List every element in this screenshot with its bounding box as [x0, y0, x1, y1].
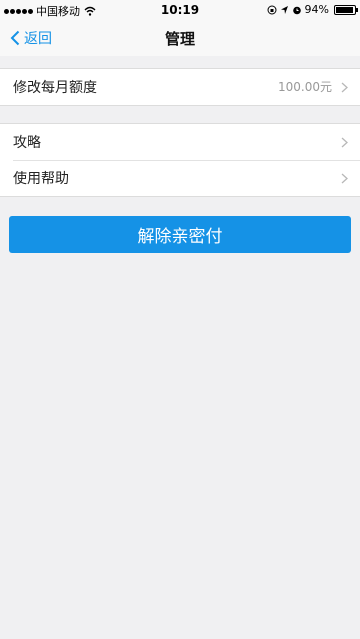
battery-icon [334, 4, 358, 15]
status-right: 94% [267, 3, 358, 16]
chevron-right-icon [341, 137, 348, 148]
menu-item-label: 使用帮助 [13, 171, 69, 187]
menu-item-label: 攻略 [13, 135, 41, 151]
menu-item-label: 修改每月额度 [13, 80, 97, 96]
menu-item-modify-monthly-quota[interactable]: 修改每月额度 100.00元 [0, 69, 360, 105]
nav-bar: 返回 管理 [0, 20, 360, 56]
chevron-right-icon [341, 173, 348, 184]
menu-item-strategy[interactable]: 攻略 [0, 124, 360, 160]
chevron-right-icon [341, 82, 348, 93]
quota-value: 100.00元 [278, 80, 332, 94]
info-group: 攻略 使用帮助 [0, 123, 360, 197]
page-title: 管理 [164, 30, 195, 48]
battery-fill [336, 6, 353, 13]
unbind-intimate-pay-button[interactable]: 解除亲密付 [9, 216, 351, 253]
lock-rotation-icon [267, 5, 277, 14]
battery-percent: 94% [304, 3, 329, 16]
quota-group: 修改每月额度 100.00元 [0, 68, 360, 106]
location-arrow-icon [280, 5, 288, 14]
status-bar: 中国移动 10:19 94% [0, 0, 360, 20]
alarm-icon [292, 6, 301, 14]
menu-item-help[interactable]: 使用帮助 [0, 160, 360, 196]
